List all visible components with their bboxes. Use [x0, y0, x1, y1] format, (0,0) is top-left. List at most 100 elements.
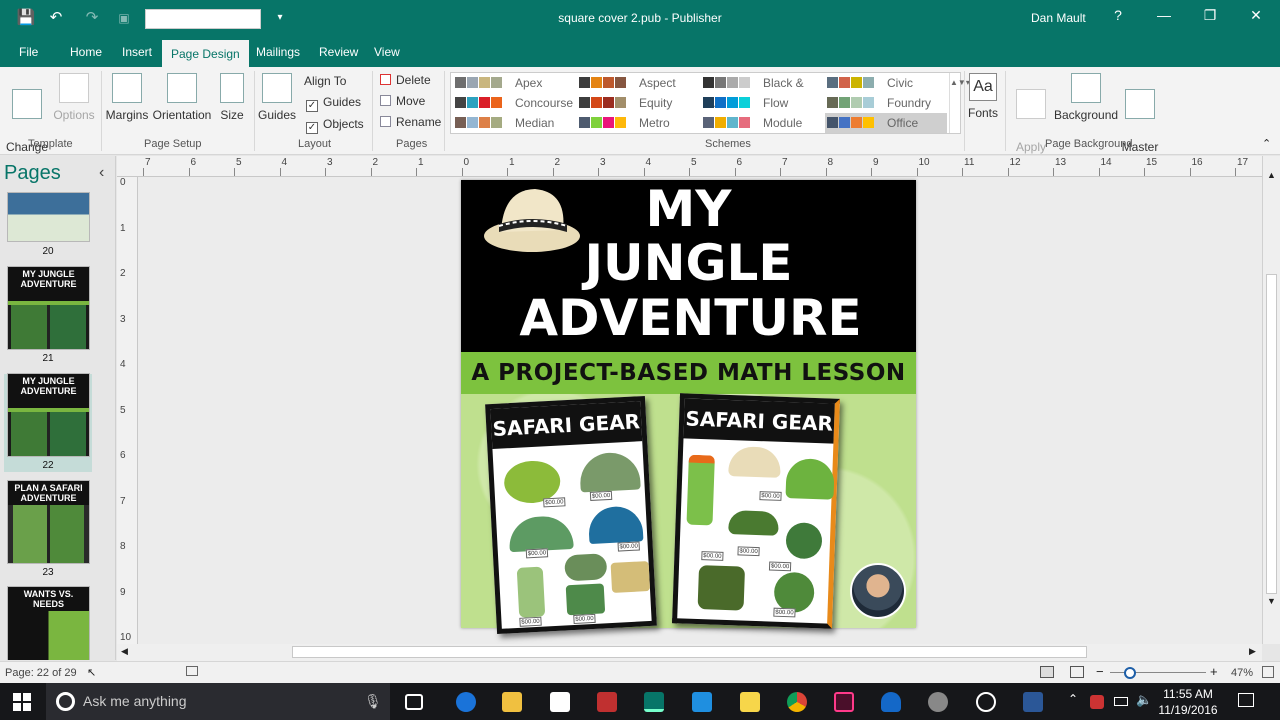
taskbar-clock[interactable]: 11:55 AM 11/19/2016 [1156, 686, 1220, 718]
page-thumbnail-24[interactable]: WANTS VS. NEEDS [7, 586, 90, 660]
card-title-left: SAFARI GEAR [490, 401, 643, 450]
color-swatch [591, 117, 602, 128]
scroll-left-icon[interactable]: ◀ [121, 646, 128, 657]
horizontal-ruler[interactable]: 7 6 5 4 3 2 1 0 1 2 3 4 5 6 7 8 9 10 11 12 13 14 15 16 17 [117, 156, 1262, 177]
tab-file[interactable]: File [10, 38, 47, 67]
minimize-button[interactable]: — [1152, 7, 1176, 23]
horizontal-scrollbar[interactable]: ◀ ▶ [117, 644, 1262, 661]
options-icon [59, 73, 89, 103]
margins-button[interactable]: Margins [104, 73, 150, 123]
zoom-slider-thumb[interactable] [1124, 667, 1136, 679]
page-thumbnail-21[interactable]: MY JUNGLE ADVENTURE [7, 266, 90, 350]
app-icon[interactable] [928, 692, 948, 712]
cortana-search-box[interactable]: Ask me anything 🎙 [46, 683, 390, 720]
indesign-icon[interactable] [834, 692, 854, 712]
guides-checkbox[interactable]: ✓ Guides [306, 95, 361, 112]
thumbnail-title: MY JUNGLE ADVENTURE [8, 374, 89, 408]
scroll-down-icon[interactable]: ▼ [1267, 596, 1276, 606]
color-scheme-median[interactable]: Median [453, 113, 575, 133]
two-page-view-icon[interactable] [1070, 666, 1084, 678]
page-thumbnail-23[interactable]: PLAN A SAFARI ADVENTURE [7, 480, 90, 564]
tab-page-design[interactable]: Page Design [162, 40, 249, 67]
zoom-level[interactable]: 47% [1231, 667, 1253, 679]
safari-gear-card-right: SAFARI GEAR $00.00 $00.00 $00.00 $00.00 … [672, 393, 840, 629]
move-page-button[interactable]: Move [380, 94, 425, 108]
edge-browser-icon[interactable] [456, 692, 476, 712]
word-icon[interactable] [1023, 692, 1043, 712]
options-button[interactable]: Options [52, 73, 96, 123]
horizontal-scroll-thumb[interactable] [292, 646, 1087, 658]
app-icon[interactable] [597, 692, 617, 712]
help-icon[interactable]: ? [1106, 7, 1130, 23]
color-swatch [479, 117, 490, 128]
chrome-icon[interactable] [787, 692, 807, 712]
tab-insert[interactable]: Insert [113, 38, 161, 67]
page-thumbnail-22[interactable]: MY JUNGLE ADVENTURE [7, 373, 90, 457]
page-indicator[interactable]: Page: 22 of 29 [5, 667, 77, 679]
microphone-icon[interactable]: 🎙 [364, 683, 382, 720]
document-canvas[interactable]: MY JUNGLE ADVENTURE A PROJECT-BASED MATH… [138, 177, 1262, 644]
color-scheme-foundry[interactable]: Foundry [825, 93, 947, 113]
sticky-notes-icon[interactable] [740, 692, 760, 712]
close-button[interactable]: ✕ [1244, 7, 1268, 24]
objects-checkbox[interactable]: ✓ Objects [306, 117, 364, 134]
color-scheme-apex[interactable]: Apex [453, 73, 575, 93]
single-page-view-icon[interactable] [1040, 666, 1054, 678]
color-scheme-office[interactable]: Office [825, 113, 947, 133]
orientation-button[interactable]: Orientation [150, 73, 214, 123]
recorder-icon[interactable] [976, 692, 996, 712]
security-icon[interactable] [1090, 695, 1104, 709]
publisher-icon[interactable] [644, 692, 664, 712]
scroll-right-icon[interactable]: ▶ [1249, 646, 1256, 657]
rename-page-button[interactable]: Rename [380, 115, 441, 129]
color-scheme-aspect[interactable]: Aspect [577, 73, 699, 93]
dropbox-icon[interactable] [692, 692, 712, 712]
guides-button[interactable]: Guides [257, 73, 297, 123]
color-scheme-flow[interactable]: Flow [701, 93, 823, 113]
group-divider [372, 71, 373, 151]
fonts-button[interactable]: Aa Fonts [966, 73, 1000, 121]
color-swatch [467, 77, 478, 88]
color-scheme-metro[interactable]: Metro [577, 113, 699, 133]
battery-icon[interactable] [1114, 697, 1128, 706]
collapse-ribbon-icon[interactable]: ⌃ [1262, 137, 1271, 150]
color-scheme-civic[interactable]: Civic [825, 73, 947, 93]
background-button[interactable]: Background [1054, 73, 1118, 123]
store-icon[interactable] [550, 692, 570, 712]
file-explorer-icon[interactable] [502, 692, 522, 712]
size-button[interactable]: Size [216, 73, 248, 123]
scroll-up-icon[interactable]: ▲ [1267, 170, 1276, 180]
color-scheme-equity[interactable]: Equity [577, 93, 699, 113]
ruler-number: 8 [827, 157, 834, 168]
vertical-ruler[interactable]: 0 1 2 3 4 5 6 7 8 9 10 [117, 177, 138, 644]
onedrive-icon[interactable] [881, 692, 901, 712]
restore-button[interactable]: ❐ [1198, 7, 1222, 24]
zoom-out-button[interactable]: − [1096, 664, 1104, 679]
action-center-icon[interactable] [1238, 693, 1254, 707]
vertical-scrollbar[interactable]: ▲ ▼ [1262, 156, 1280, 644]
rename-label: Rename [396, 115, 442, 129]
user-name[interactable]: Dan Mault [1031, 11, 1086, 25]
gallery-scroll-icon[interactable]: ▲▼▾ [949, 73, 970, 133]
delete-page-button[interactable]: Delete [380, 73, 431, 87]
tab-mailings[interactable]: Mailings [247, 38, 309, 67]
tab-view[interactable]: View [365, 38, 409, 67]
zoom-in-button[interactable]: + [1210, 664, 1218, 679]
collapse-pages-icon[interactable]: ‹ [99, 164, 104, 182]
tab-review[interactable]: Review [310, 38, 367, 67]
vertical-scroll-thumb[interactable] [1266, 274, 1277, 594]
page-thumbnail-20[interactable] [7, 192, 90, 242]
publication-page[interactable]: MY JUNGLE ADVENTURE A PROJECT-BASED MATH… [461, 180, 916, 635]
pith-helmet-icon [728, 446, 782, 478]
tab-home[interactable]: Home [61, 38, 111, 67]
color-scheme-concourse[interactable]: Concourse [453, 93, 575, 113]
windows-start-icon[interactable] [13, 693, 31, 711]
align-to-button[interactable]: Align To [304, 74, 346, 88]
color-scheme-module[interactable]: Module [701, 113, 823, 133]
color-swatch [739, 97, 750, 108]
fit-page-icon[interactable] [1262, 666, 1274, 678]
volume-icon[interactable]: 🔈 [1136, 692, 1152, 708]
task-view-icon[interactable] [405, 694, 423, 710]
show-hidden-icons[interactable]: ⌃ [1068, 692, 1078, 706]
color-scheme-black-g[interactable]: Black & G... [701, 73, 823, 110]
